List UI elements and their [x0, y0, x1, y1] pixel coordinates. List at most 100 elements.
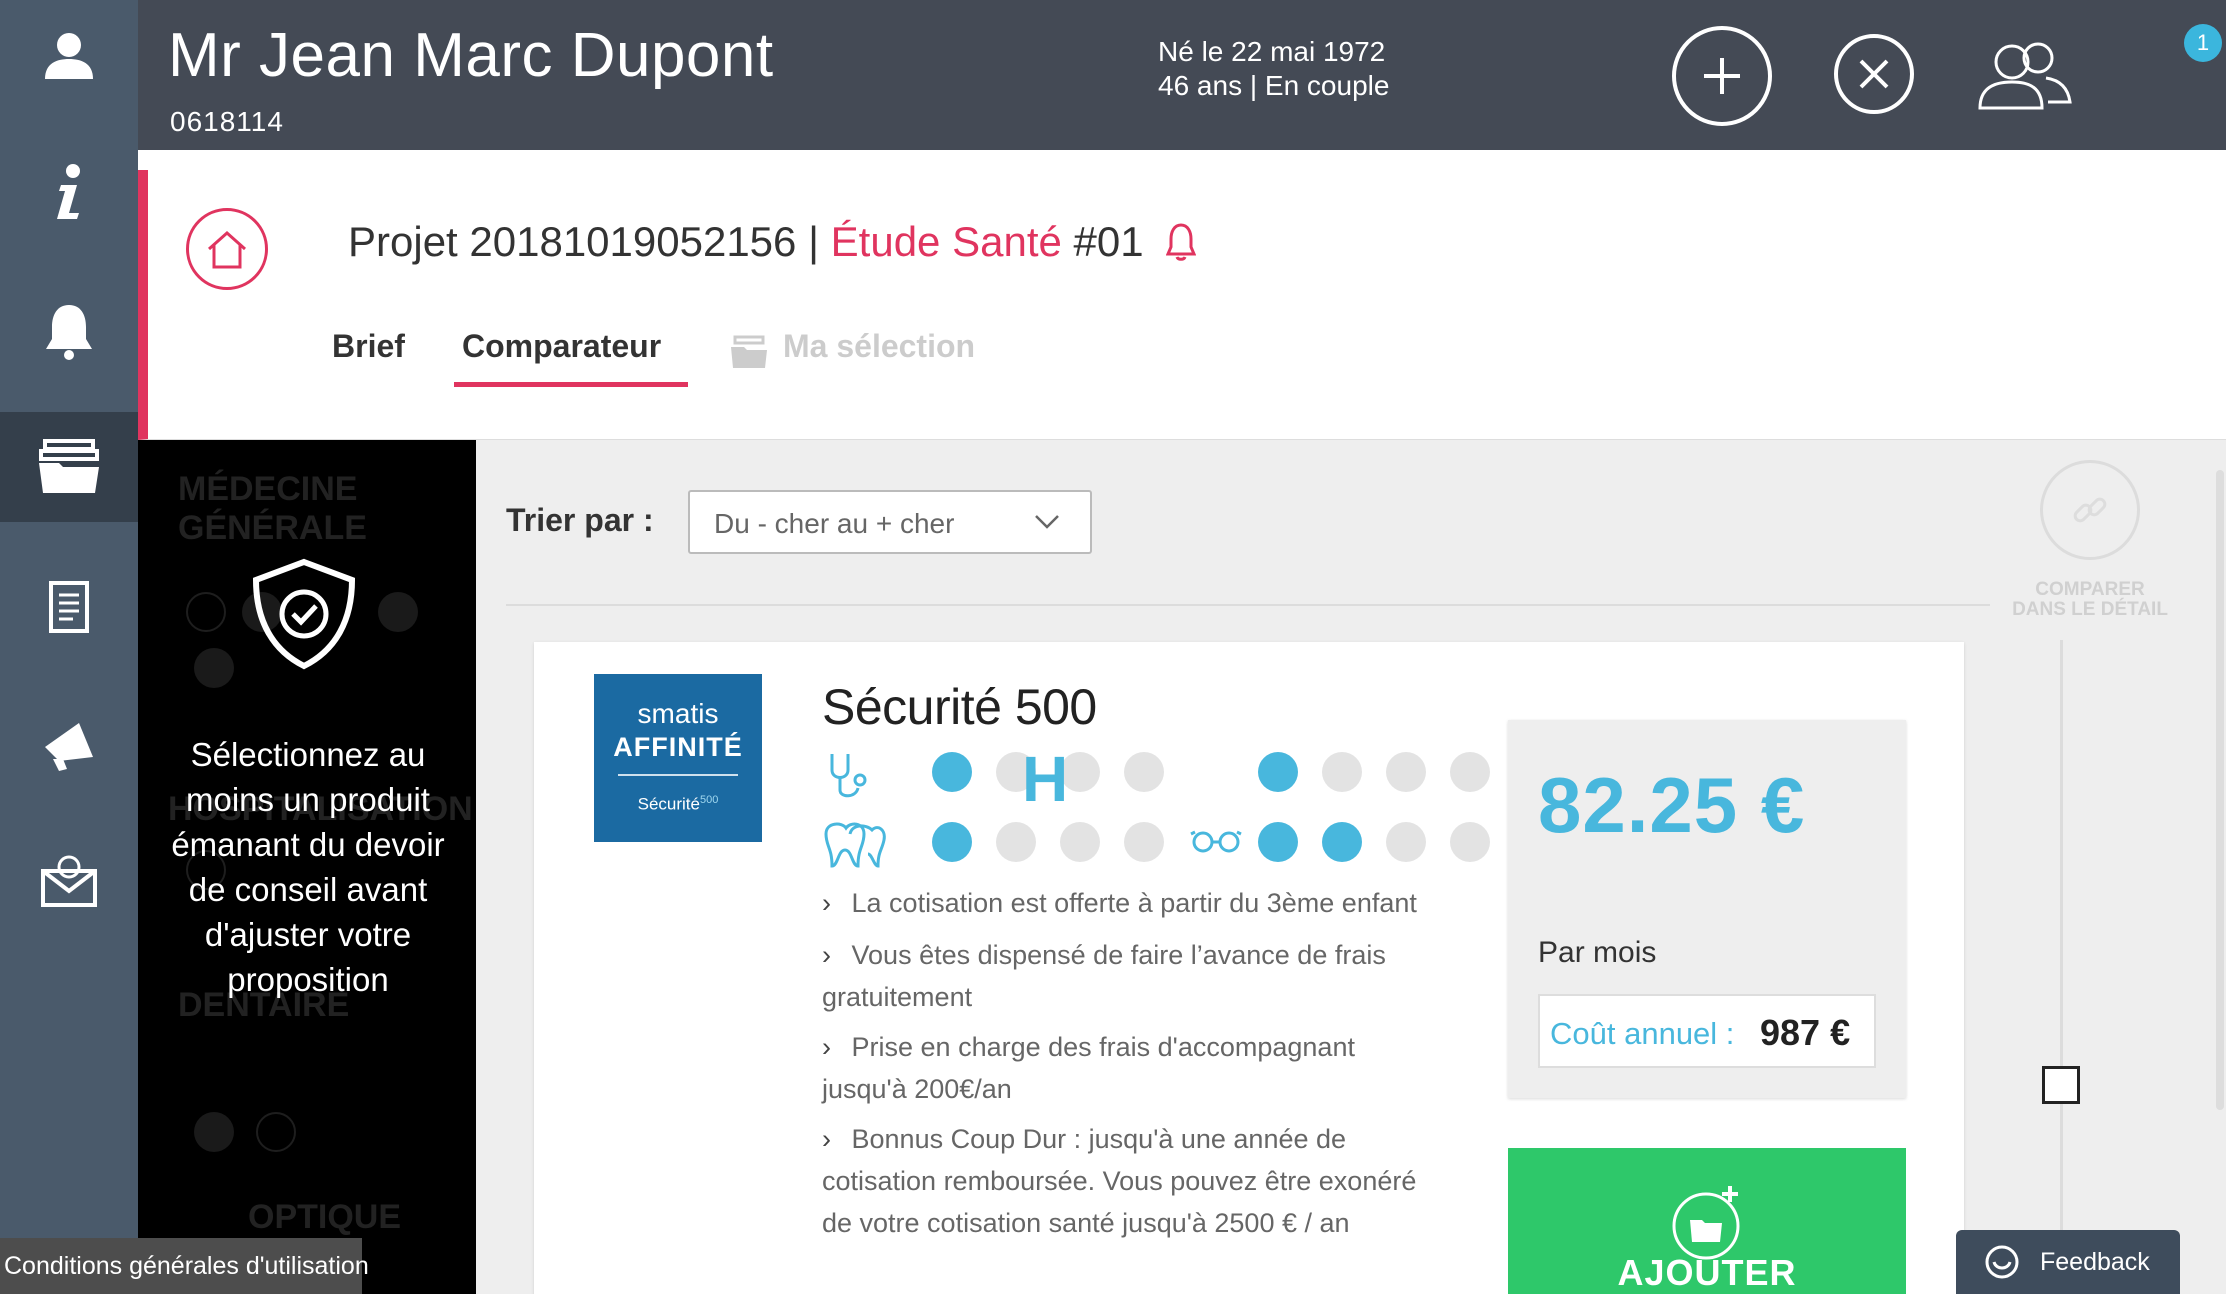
sidebar	[0, 0, 138, 1294]
feedback-icon	[1985, 1245, 2019, 1279]
level-dot	[932, 822, 972, 862]
project-panel: Projet 20181019052156 | Étude Santé #01 …	[138, 170, 2226, 440]
feature-text: Bonnus Coup Dur : jusqu'à une année de c…	[822, 1124, 1417, 1238]
level-dot	[1060, 822, 1100, 862]
feature-text: Prise en charge des frais d'accompagnant…	[822, 1032, 1355, 1104]
sidebar-item-alerts[interactable]	[0, 276, 138, 386]
add-product-label: AJOUTER	[1617, 1252, 1797, 1293]
sort-selected-value: Du - cher au + cher	[714, 508, 955, 539]
criteria-message: Sélectionnez au moins un produit émanant…	[171, 736, 445, 998]
sidebar-item-campaigns[interactable]	[0, 690, 138, 800]
megaphone-icon	[45, 723, 93, 771]
mail-icon	[41, 855, 97, 907]
bell-outline-icon[interactable]	[1166, 222, 1196, 262]
active-tab-indicator	[454, 382, 688, 387]
chevron-down-icon	[1035, 515, 1059, 529]
shield-check-icon	[252, 558, 356, 670]
feature-text: Vous êtes dispensé de faire l’avance de …	[822, 940, 1386, 1012]
project-id: Projet 20181019052156 |	[348, 218, 819, 265]
patient-age-status: 46 ans | En couple	[1158, 70, 1390, 101]
home-button[interactable]	[186, 208, 268, 290]
patient-birth-date: Né le 22 mai 1972	[1158, 36, 1386, 67]
users-icon	[1978, 42, 2072, 110]
feature-item: › La cotisation est offerte à partir du …	[822, 882, 1432, 924]
compare-checkbox[interactable]	[2042, 1066, 2080, 1104]
level-dot	[1258, 822, 1298, 862]
price-period: Par mois	[1538, 936, 1657, 969]
app-root: Mr Jean Marc Dupont 0618114 Né le 22 mai…	[0, 0, 2226, 1294]
divider	[506, 604, 1990, 606]
level-dot	[1386, 822, 1426, 862]
link-icon	[2073, 497, 2107, 523]
chevron-right-icon: ›	[822, 940, 831, 970]
monthly-price: 82.25 €	[1538, 761, 1806, 849]
level-dot	[1124, 752, 1164, 792]
compare-track	[2060, 640, 2063, 1294]
notification-badge: 1	[2184, 24, 2222, 62]
sidebar-item-info[interactable]	[0, 138, 138, 248]
study-number: #01	[1073, 218, 1144, 265]
sidebar-item-profile[interactable]	[0, 0, 138, 110]
ghost-minus	[186, 592, 226, 632]
home-icon	[208, 230, 246, 269]
annual-cost-value: 987 €	[1760, 1012, 1851, 1053]
feedback-label: Feedback	[2040, 1247, 2150, 1276]
folder-icon	[731, 335, 767, 368]
ghost-dot	[194, 1112, 234, 1152]
product-card: smatis AFFINITÉ Sécurité500 Sécurité 500…	[534, 642, 1964, 1294]
annual-cost-box: Coût annuel : 987 €	[1538, 994, 1876, 1068]
sort-label: Trier par :	[506, 502, 654, 538]
tab-brief[interactable]: Brief	[332, 328, 405, 365]
ghost-plus	[256, 1112, 296, 1152]
user-icon	[45, 33, 93, 79]
level-dot	[1322, 752, 1362, 792]
tooth-icon	[824, 822, 886, 868]
stethoscope-icon	[830, 754, 867, 798]
level-dot	[1124, 822, 1164, 862]
users-button[interactable]	[1976, 38, 2076, 114]
glasses-icon	[1190, 830, 1242, 853]
sidebar-item-projects[interactable]	[0, 412, 138, 522]
tab-ma-selection[interactable]: Ma sélection	[783, 328, 975, 365]
patient-name: Mr Jean Marc Dupont	[168, 21, 774, 90]
criteria-medecine: MÉDECINE GÉNÉRALE	[178, 470, 367, 547]
patient-id: 0618114	[170, 106, 284, 137]
logo-tag: Sécurité500	[594, 794, 762, 815]
project-title: Projet 20181019052156 | Étude Santé #01	[348, 218, 1144, 266]
sidebar-item-documents[interactable]	[0, 552, 138, 662]
level-dot	[1450, 752, 1490, 792]
ghost-dot	[194, 648, 234, 688]
feature-item: › Prise en charge des frais d'accompagna…	[822, 1026, 1432, 1110]
close-button[interactable]	[1834, 34, 1914, 114]
close-icon	[1859, 59, 1889, 89]
level-dot	[1322, 822, 1362, 862]
logo-divider	[618, 774, 738, 776]
logo-brand: smatis	[637, 698, 719, 729]
add-folder-icon	[1672, 1186, 1740, 1260]
feature-item: › Vous êtes dispensé de faire l’avance d…	[822, 934, 1432, 1018]
sort-select[interactable]: Du - cher au + cher	[688, 490, 1092, 554]
ghost-dot	[378, 592, 418, 632]
insurer-logo: smatis AFFINITÉ Sécurité500	[594, 674, 762, 842]
level-dot	[996, 822, 1036, 862]
level-dot	[1450, 822, 1490, 862]
info-icon	[57, 164, 80, 219]
compare-button[interactable]	[2040, 460, 2140, 560]
criteria-optique: OPTIQUE	[248, 1198, 402, 1236]
add-button[interactable]	[1672, 26, 1772, 126]
tab-comparateur[interactable]: Comparateur	[462, 328, 661, 365]
scrollbar[interactable]	[2216, 470, 2224, 1110]
feedback-button[interactable]: Feedback	[1956, 1230, 2180, 1294]
criteria-panel: MÉDECINE GÉNÉRALE HOSPITALISATION DENTAI…	[138, 440, 476, 1294]
chevron-right-icon: ›	[822, 1124, 831, 1154]
add-product-button[interactable]: AJOUTER	[1508, 1148, 1906, 1294]
level-dot	[1386, 752, 1426, 792]
hospital-icon: H	[1022, 743, 1069, 815]
document-icon	[49, 581, 89, 633]
chevron-right-icon: ›	[822, 1032, 831, 1062]
price-box: 82.25 € Par mois Coût annuel : 987 €	[1508, 720, 1906, 1098]
sidebar-item-messages[interactable]	[0, 826, 138, 936]
terms-link[interactable]: Conditions générales d'utilisation	[0, 1238, 369, 1294]
logo-tag-sup: 500	[700, 794, 719, 806]
compare-label: COMPARER DANS LE DÉTAIL	[2012, 579, 2168, 620]
